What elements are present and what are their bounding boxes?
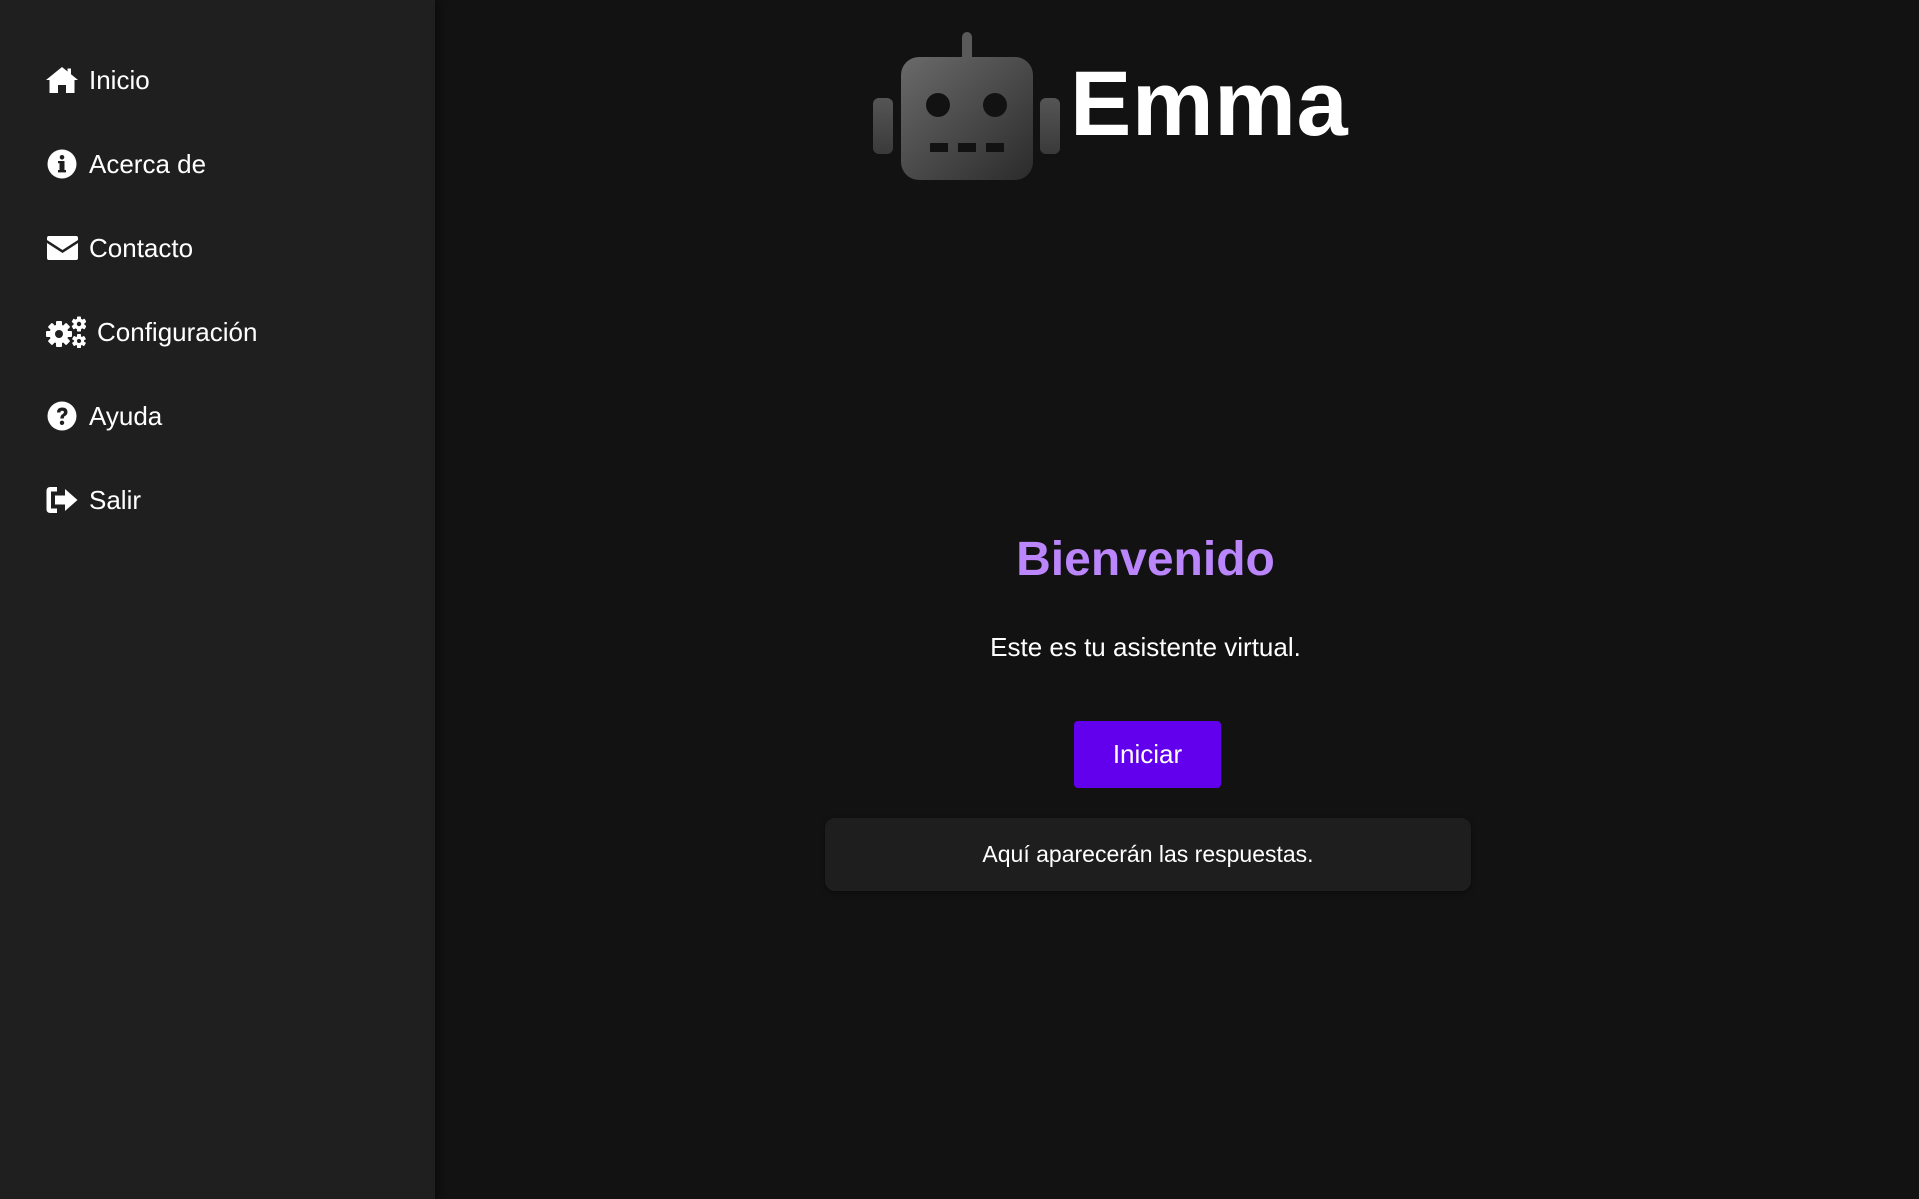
response-placeholder: Aquí aparecerán las respuestas. <box>982 841 1314 867</box>
home-icon <box>44 66 80 94</box>
sidebar-item-label: Configuración <box>97 316 258 347</box>
response-box: Aquí aparecerán las respuestas. <box>825 818 1471 891</box>
main-content: Emma Bienvenido Este es tu asistente vir… <box>435 0 1919 1199</box>
sidebar-item-inicio[interactable]: Inicio <box>0 38 435 122</box>
app-root: Inicio Acerca de Contacto Configuración … <box>0 0 1919 1199</box>
question-circle-icon <box>44 401 80 431</box>
sidebar-item-label: Contacto <box>89 232 194 263</box>
brand-header: Emma <box>873 28 1348 185</box>
cogs-icon <box>44 316 88 348</box>
sidebar-item-label: Ayuda <box>89 400 163 431</box>
start-button[interactable]: Iniciar <box>1074 721 1221 788</box>
sidebar-item-configuracion[interactable]: Configuración <box>0 290 435 374</box>
brand-name: Emma <box>1070 53 1349 155</box>
sidebar-item-acerca-de[interactable]: Acerca de <box>0 122 435 206</box>
sidebar: Inicio Acerca de Contacto Configuración … <box>0 0 435 1199</box>
sidebar-item-contacto[interactable]: Contacto <box>0 206 435 290</box>
info-circle-icon <box>44 149 80 179</box>
sidebar-item-label: Inicio <box>89 64 150 95</box>
envelope-icon <box>44 236 80 260</box>
subtitle: Este es tu asistente virtual. <box>990 632 1301 662</box>
sign-out-icon <box>44 486 80 514</box>
sidebar-item-ayuda[interactable]: Ayuda <box>0 374 435 458</box>
robot-icon <box>873 28 1060 185</box>
sidebar-item-label: Acerca de <box>89 148 207 179</box>
sidebar-item-label: Salir <box>89 484 142 515</box>
sidebar-item-salir[interactable]: Salir <box>0 458 435 542</box>
welcome-title: Bienvenido <box>1016 533 1275 586</box>
